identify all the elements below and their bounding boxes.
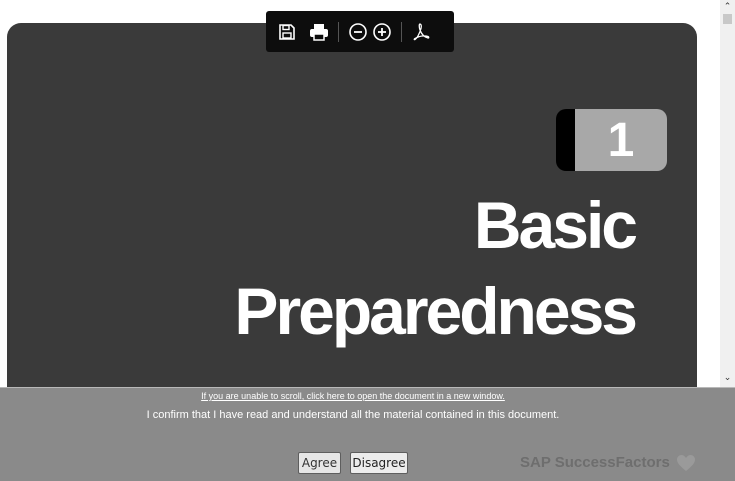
- document-viewer[interactable]: 1 Basic Preparedness: [0, 0, 720, 387]
- vertical-scrollbar[interactable]: ⌃ ⌄: [720, 0, 735, 387]
- save-icon: [279, 23, 295, 40]
- open-in-acrobat-button[interactable]: [410, 21, 432, 43]
- brand-logo-text: SAP SuccessFactors: [520, 454, 670, 471]
- disagree-button[interactable]: Disagree: [350, 452, 408, 474]
- toolbar-separator: [401, 21, 402, 42]
- zoom-in-button[interactable]: [371, 21, 393, 43]
- pdf-toolbar: [266, 11, 454, 52]
- open-in-new-window-link[interactable]: If you are unable to scroll, click here …: [0, 391, 706, 401]
- zoom-in-icon: [373, 22, 391, 41]
- zoom-out-button[interactable]: [347, 21, 369, 43]
- agree-button[interactable]: Agree: [298, 452, 341, 474]
- heart-icon: [677, 455, 695, 471]
- zoom-out-icon: [349, 22, 367, 41]
- chapter-number: 1: [575, 109, 667, 171]
- pdf-icon: [413, 22, 430, 40]
- print-button[interactable]: [308, 21, 330, 43]
- chapter-badge-accent: [556, 109, 575, 171]
- chapter-badge: 1: [556, 109, 667, 171]
- confirmation-text: I confirm that I have read and understan…: [146, 409, 560, 421]
- save-button[interactable]: [276, 21, 298, 43]
- scroll-thumb[interactable]: [723, 14, 732, 24]
- document-title-line-2: Preparedness: [234, 274, 638, 348]
- scroll-up-arrow-icon[interactable]: ⌃: [720, 0, 735, 12]
- toolbar-separator: [338, 21, 339, 42]
- acknowledgement-footer: If you are unable to scroll, click here …: [0, 387, 735, 481]
- document-title-line-1: Basic: [473, 188, 638, 262]
- document-page: 1 Basic Preparedness: [7, 23, 697, 387]
- scroll-down-arrow-icon[interactable]: ⌄: [720, 371, 735, 383]
- print-icon: [310, 23, 328, 41]
